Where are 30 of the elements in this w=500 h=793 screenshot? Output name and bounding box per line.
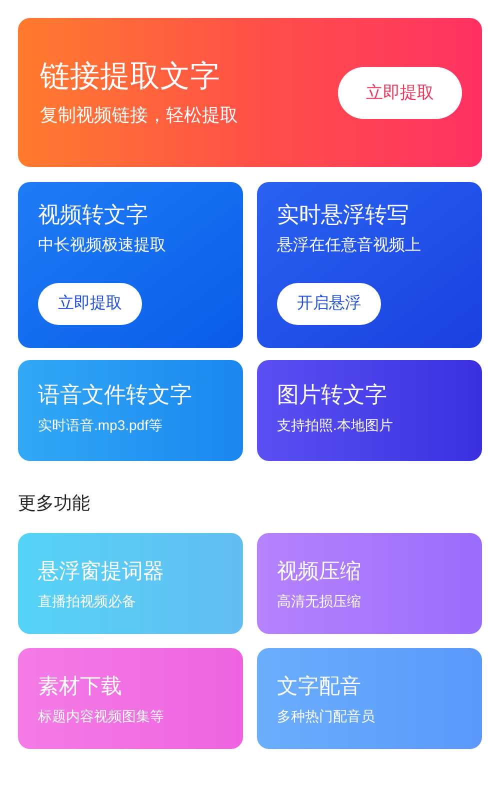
card-subtitle: 高清无损压缩	[277, 594, 362, 608]
tool-card[interactable]: 图片转文字 支持拍照.本地图片	[257, 360, 482, 461]
card-subtitle: 悬浮在任意音视频上	[277, 238, 422, 254]
card-subtitle: 中长视频极速提取	[38, 238, 167, 254]
card-title: 图片转文字	[277, 384, 388, 406]
hero-title: 链接提取文字	[40, 62, 221, 92]
hero-card[interactable]: 链接提取文字 复制视频链接，轻松提取 立即提取	[18, 18, 482, 167]
feature-card[interactable]: 视频压缩 高清无损压缩	[257, 533, 482, 634]
card-title: 文字配音	[277, 676, 362, 697]
card-title: 语音文件转文字	[38, 384, 193, 406]
card-subtitle: 标题内容视频图集等	[38, 709, 165, 723]
tool-card[interactable]: 实时悬浮转写 悬浮在任意音视频上 开启悬浮	[257, 182, 482, 348]
card-subtitle: 直播拍视频必备	[38, 594, 137, 608]
tool-card[interactable]: 语音文件转文字 实时语音.mp3.pdf等	[18, 360, 243, 461]
card-button[interactable]: 开启悬浮	[277, 283, 381, 325]
card-title: 实时悬浮转写	[277, 204, 410, 226]
feature-card[interactable]: 素材下载 标题内容视频图集等	[18, 648, 243, 749]
card-title: 视频压缩	[277, 561, 362, 582]
hero-subtitle: 复制视频链接，轻松提取	[40, 106, 238, 124]
section-heading: 更多功能	[18, 494, 91, 512]
card-subtitle: 多种热门配音员	[277, 709, 376, 723]
card-title: 素材下载	[38, 676, 123, 697]
card-title: 视频转文字	[38, 204, 149, 226]
extract-button[interactable]: 立即提取	[338, 66, 462, 118]
card-button[interactable]: 立即提取	[38, 283, 142, 325]
tool-card[interactable]: 视频转文字 中长视频极速提取 立即提取	[18, 182, 243, 348]
card-title: 悬浮窗提词器	[38, 561, 165, 582]
feature-card[interactable]: 文字配音 多种热门配音员	[257, 648, 482, 749]
card-subtitle: 实时语音.mp3.pdf等	[38, 418, 164, 432]
card-subtitle: 支持拍照.本地图片	[277, 418, 394, 432]
